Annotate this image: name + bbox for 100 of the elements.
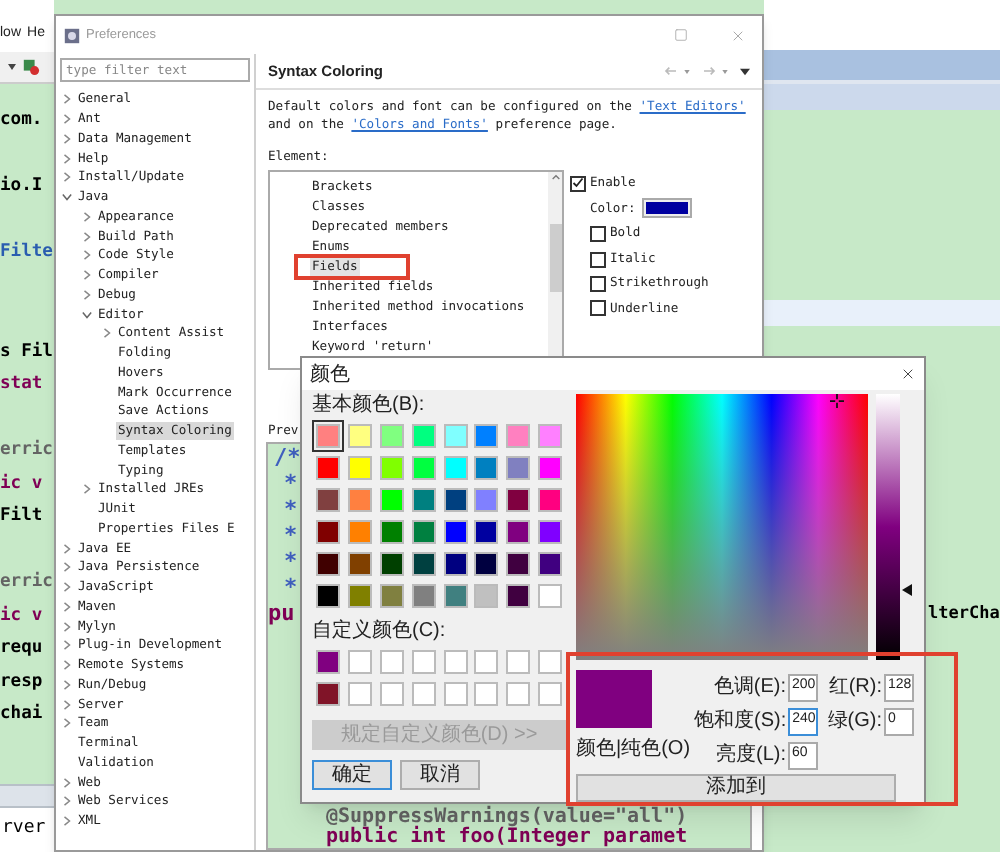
color-button[interactable] <box>641 198 692 219</box>
color-swatch[interactable] <box>534 484 567 516</box>
color-swatch[interactable] <box>439 548 471 580</box>
code-text: s Fil <box>0 341 53 361</box>
color-swatch[interactable] <box>375 548 408 580</box>
color-swatch[interactable] <box>470 452 503 484</box>
color-swatch[interactable] <box>343 484 376 516</box>
custom-color-swatch[interactable] <box>407 646 440 678</box>
color-swatch[interactable] <box>312 484 344 516</box>
custom-color-swatch[interactable] <box>439 646 471 678</box>
color-swatch[interactable] <box>312 580 344 612</box>
color-swatch[interactable] <box>470 484 503 516</box>
color-swatch[interactable] <box>343 548 376 580</box>
custom-color-swatch[interactable] <box>312 678 344 710</box>
color-swatch[interactable] <box>502 548 535 580</box>
code-text: * <box>282 522 298 548</box>
color-swatch[interactable] <box>343 580 376 612</box>
color-swatch[interactable] <box>439 580 471 612</box>
color-swatch[interactable] <box>534 548 567 580</box>
color-swatch[interactable] <box>407 548 440 580</box>
color-swatch[interactable] <box>470 516 503 548</box>
scroll-up-icon[interactable] <box>551 174 559 180</box>
window-icon <box>64 27 80 43</box>
color-swatch[interactable] <box>534 452 567 484</box>
slider-arrow[interactable] <box>902 584 912 597</box>
code-text: requ <box>0 638 43 658</box>
custom-color-swatch[interactable] <box>312 646 344 678</box>
crosshair-icon[interactable] <box>830 394 844 408</box>
color-swatch[interactable] <box>439 452 471 484</box>
field-label: 绿(G): <box>827 708 882 736</box>
color-swatch[interactable] <box>439 420 471 452</box>
color-swatch[interactable] <box>407 484 440 516</box>
cancel-button[interactable]: 取消 <box>400 760 480 790</box>
color-swatch[interactable] <box>502 452 535 484</box>
color-swatch[interactable] <box>534 516 567 548</box>
checkbox[interactable] <box>590 226 606 243</box>
back-arrow-icon[interactable] <box>664 66 678 76</box>
color-swatch[interactable] <box>502 516 535 548</box>
color-swatch[interactable] <box>407 452 440 484</box>
color-swatch[interactable] <box>375 580 408 612</box>
custom-color-swatch[interactable] <box>407 678 440 710</box>
color-swatch[interactable] <box>343 516 376 548</box>
scrollbar-thumb[interactable] <box>549 224 561 292</box>
color-swatch[interactable] <box>343 420 376 452</box>
color-swatch[interactable] <box>534 420 567 452</box>
luminance-slider[interactable] <box>876 394 914 660</box>
color-swatch[interactable] <box>502 420 535 452</box>
add-custom-color-button[interactable]: 添加到 <box>576 774 896 802</box>
color-swatch[interactable] <box>534 580 567 612</box>
color-swatch[interactable] <box>312 420 344 452</box>
view-menu-icon[interactable] <box>740 67 750 75</box>
dropdown-caret-icon[interactable] <box>8 64 16 70</box>
color-swatch[interactable] <box>502 580 535 612</box>
code-text: resp <box>0 671 43 691</box>
color-swatch[interactable] <box>312 516 344 548</box>
code-text: erric <box>0 440 53 460</box>
field-label: 饱和度(S): <box>694 707 787 736</box>
color-swatch[interactable] <box>407 420 440 452</box>
forward-arrow-icon[interactable] <box>702 66 716 76</box>
custom-color-swatch[interactable] <box>534 646 567 678</box>
custom-color-swatch[interactable] <box>439 678 471 710</box>
server-icon[interactable] <box>22 58 40 76</box>
color-swatch[interactable] <box>312 548 344 580</box>
checkbox[interactable] <box>590 251 606 268</box>
code-text: public int foo(Integer paramet <box>326 828 688 848</box>
custom-color-swatch[interactable] <box>502 678 535 710</box>
color-swatch[interactable] <box>470 548 503 580</box>
field-label: 红(R): <box>828 674 882 702</box>
checkbox[interactable] <box>590 276 606 293</box>
custom-color-swatch[interactable] <box>502 646 535 678</box>
custom-color-swatch[interactable] <box>470 646 503 678</box>
custom-color-swatch[interactable] <box>375 678 408 710</box>
color-swatch[interactable] <box>312 452 344 484</box>
ok-button[interactable]: 确定 <box>312 760 392 790</box>
dialog-title: 颜色 <box>310 361 350 389</box>
checkbox[interactable] <box>570 175 586 192</box>
color-swatch[interactable] <box>407 516 440 548</box>
code-text: ic v <box>0 473 43 493</box>
color-swatch[interactable] <box>470 580 503 612</box>
close-icon[interactable] <box>900 366 916 382</box>
checkbox[interactable] <box>590 300 606 317</box>
custom-color-swatch[interactable] <box>470 678 503 710</box>
section-label: 基本颜色(B): <box>312 394 427 418</box>
custom-color-swatch[interactable] <box>534 678 567 710</box>
color-swatch[interactable] <box>502 484 535 516</box>
custom-color-swatch[interactable] <box>375 646 408 678</box>
custom-color-swatch[interactable] <box>343 646 376 678</box>
color-swatch[interactable] <box>375 484 408 516</box>
current-color-preview <box>576 670 652 728</box>
color-swatch[interactable] <box>439 484 471 516</box>
color-swatch[interactable] <box>375 452 408 484</box>
code-text: /* <box>272 444 301 470</box>
color-swatch[interactable] <box>375 420 408 452</box>
field-label: 色调(E): <box>713 674 786 702</box>
color-swatch[interactable] <box>439 516 471 548</box>
color-swatch[interactable] <box>470 420 503 452</box>
color-swatch[interactable] <box>343 452 376 484</box>
custom-color-swatch[interactable] <box>343 678 376 710</box>
color-swatch[interactable] <box>407 580 440 612</box>
color-swatch[interactable] <box>375 516 408 548</box>
